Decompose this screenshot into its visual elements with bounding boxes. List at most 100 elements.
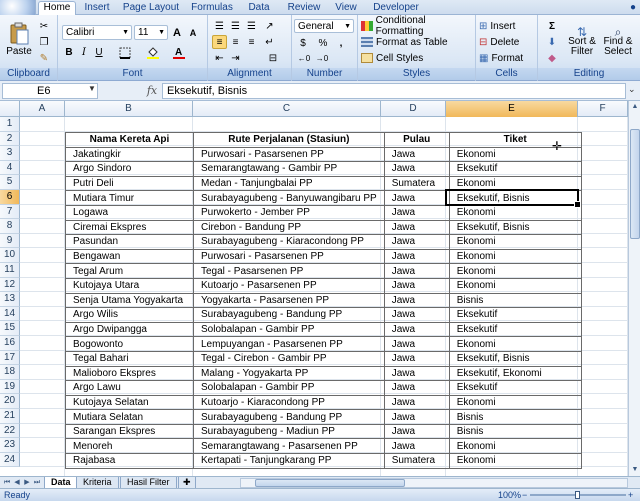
cell-nama[interactable]: Kutojaya Utara [65, 277, 194, 294]
cell-rute[interactable]: Solobalapan - Gambir PP [193, 380, 385, 396]
row-header-12[interactable]: 12 [0, 277, 20, 293]
cell-pulau[interactable]: Jawa [383, 307, 450, 323]
office-button[interactable] [0, 0, 36, 15]
vertical-scrollbar[interactable]: ▲ ▼ [628, 101, 640, 476]
decrease-indent-button[interactable]: ⇤ [212, 51, 227, 65]
comma-button[interactable]: , [334, 36, 348, 50]
column-header-d[interactable]: D [381, 101, 446, 117]
cell-tiket[interactable]: Eksekutif [448, 321, 582, 338]
cell-pulau[interactable]: Jawa [383, 365, 450, 382]
find-select-button[interactable]: ⌕ Find & Select [600, 19, 636, 65]
increase-decimal-button[interactable]: ←0 [296, 52, 312, 65]
cell-pulau[interactable]: Sumatera [383, 175, 450, 192]
cell-tiket[interactable]: Ekonomi [448, 336, 582, 352]
cell-rute[interactable]: Surabayagubeng - Kiaracondong PP [193, 234, 385, 250]
cell-tiket[interactable]: Ekonomi [448, 204, 582, 221]
cell-nama[interactable]: Mutiara Timur [65, 190, 194, 206]
cell-pulau[interactable]: Jawa [383, 336, 450, 352]
row-header-16[interactable]: 16 [0, 336, 20, 351]
select-all-corner[interactable] [0, 101, 20, 117]
cell-pulau[interactable]: Jawa [383, 146, 450, 163]
cell-pulau[interactable]: Jawa [383, 438, 450, 455]
paste-button[interactable]: Paste [4, 18, 34, 60]
cell-nama[interactable]: Bengawan [65, 248, 194, 265]
align-center-button[interactable]: ≡ [228, 35, 243, 49]
wrap-text-button[interactable]: ↵ [262, 35, 277, 49]
delete-cells-button[interactable]: ⊟ Delete [478, 35, 536, 49]
bold-button[interactable]: B [62, 45, 76, 60]
horizontal-scroll-thumb[interactable] [255, 479, 405, 487]
cell-rute[interactable]: Surabayagubeng - Madiun PP [193, 423, 385, 440]
cell-nama[interactable]: Argo Wilis [65, 307, 194, 323]
percent-button[interactable]: % [316, 36, 330, 50]
cell-nama[interactable]: Tegal Arum [65, 263, 194, 279]
cell-nama[interactable]: Tegal Bahari [65, 350, 194, 367]
tab-insert[interactable]: Insert [80, 2, 114, 16]
insert-function-button[interactable]: fx [142, 83, 162, 99]
cell-tiket[interactable]: Eksekutif [448, 161, 582, 177]
cell-rute[interactable]: Solobalapan - Gambir PP [193, 321, 385, 338]
row-header-20[interactable]: 20 [0, 394, 20, 409]
row-header-22[interactable]: 22 [0, 423, 20, 439]
tab-view[interactable]: View [332, 2, 360, 16]
cell-pulau[interactable]: Jawa [383, 292, 450, 309]
clear-button[interactable]: ◆ [542, 51, 562, 65]
row-header-14[interactable]: 14 [0, 306, 20, 322]
cell-rute[interactable]: Semarangtawang - Gambir PP [193, 161, 385, 177]
chevron-down-icon[interactable]: ▼ [88, 84, 96, 93]
cell-nama[interactable]: Kutojaya Selatan [65, 394, 194, 411]
format-painter-button[interactable]: ✎ [36, 51, 52, 65]
help-icon[interactable]: ● [630, 2, 636, 13]
row-header-17[interactable]: 17 [0, 350, 20, 366]
zoom-level[interactable]: 100% [498, 489, 521, 501]
cell-nama[interactable]: Ciremai Ekspres [65, 219, 194, 236]
merge-center-button[interactable]: ⊟ [262, 51, 284, 65]
cell-tiket[interactable]: Ekonomi [448, 438, 582, 455]
borders-button[interactable] [114, 45, 136, 60]
row-header-2[interactable]: 2 [0, 131, 20, 147]
cell-nama[interactable]: Argo Lawu [65, 380, 194, 396]
copy-button[interactable]: ❐ [36, 35, 52, 49]
cell-rute[interactable]: Tegal - Cirebon - Gambir PP [193, 350, 385, 367]
cell-rute[interactable]: Kertapati - Tanjungkarang PP [193, 453, 385, 469]
row-header-5[interactable]: 5 [0, 175, 20, 190]
cell-nama[interactable]: Malioboro Ekspres [65, 365, 194, 382]
cell-pulau[interactable]: Jawa [383, 219, 450, 236]
row-header-1[interactable]: 1 [0, 117, 20, 132]
cell-pulau[interactable]: Jawa [383, 263, 450, 279]
row-header-18[interactable]: 18 [0, 365, 20, 380]
cell-tiket[interactable]: Ekonomi [448, 248, 582, 265]
underline-button[interactable]: U [92, 45, 106, 60]
orientation-button[interactable]: ↗ [262, 19, 277, 33]
cell-pulau[interactable]: Jawa [383, 277, 450, 294]
cell-nama[interactable]: Argo Sindoro [65, 161, 194, 177]
cell-rute[interactable]: Yogyakarta - Pasarsenen PP [193, 292, 385, 309]
cell-pulau[interactable]: Jawa [383, 409, 450, 425]
zoom-out-icon[interactable]: − [522, 489, 527, 501]
cell-tiket[interactable]: Ekonomi [448, 277, 582, 294]
zoom-slider-thumb[interactable] [575, 491, 580, 499]
row-header-13[interactable]: 13 [0, 292, 20, 307]
cell-tiket[interactable]: Bisnis [448, 409, 582, 425]
cell-pulau[interactable]: Jawa [383, 423, 450, 440]
scroll-up-icon[interactable]: ▲ [629, 101, 640, 113]
column-header-e[interactable]: E [446, 101, 578, 117]
cell-rute[interactable]: Semarangtawang - Pasarsenen PP [193, 438, 385, 455]
cell-pulau[interactable]: Jawa [383, 161, 450, 177]
row-header-19[interactable]: 19 [0, 379, 20, 395]
row-header-24[interactable]: 24 [0, 452, 20, 468]
cell-tiket[interactable]: Eksekutif [448, 380, 582, 396]
cell-nama[interactable]: Putri Deli [65, 175, 194, 192]
row-header-11[interactable]: 11 [0, 263, 20, 278]
cell-rute[interactable]: Surabayagubeng - Bandung PP [193, 307, 385, 323]
decrease-decimal-button[interactable]: →0 [314, 52, 330, 65]
column-header-b[interactable]: B [65, 101, 193, 117]
row-header-15[interactable]: 15 [0, 321, 20, 336]
align-left-button[interactable]: ≡ [212, 35, 227, 49]
header-nama-kereta-api[interactable]: Nama Kereta Api [65, 132, 194, 148]
row-header-21[interactable]: 21 [0, 409, 20, 424]
cell-nama[interactable]: Mutiara Selatan [65, 409, 194, 425]
font-name-select[interactable]: Calibri ▼ [62, 25, 132, 40]
cell-rute[interactable]: Lempuyangan - Pasarsenen PP [193, 336, 385, 352]
cell-nama[interactable]: Logawa [65, 204, 194, 221]
